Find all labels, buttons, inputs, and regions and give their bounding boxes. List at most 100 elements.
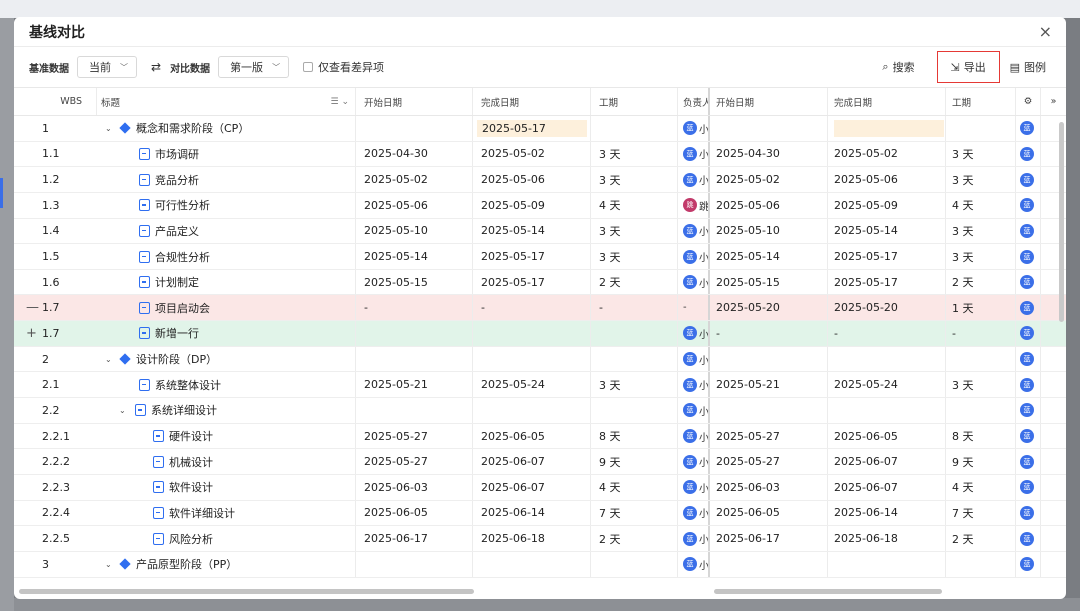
compare-duration-cell[interactable]: 3 天	[946, 141, 1016, 167]
col-header-wbs[interactable]: WBS	[14, 88, 97, 115]
table-row[interactable]: 1.1 市场调研 2025-04-30 2025-05-02 3 天蓝小 2025-04-…	[14, 141, 1066, 168]
duration-cell[interactable]	[591, 346, 678, 372]
task-title[interactable]: 风险分析	[169, 531, 213, 547]
compare-duration-cell[interactable]	[946, 346, 1016, 372]
start-date-cell[interactable]: 2025-05-21	[356, 372, 473, 398]
compare-duration-cell[interactable]: 3 天	[946, 244, 1016, 269]
duration-cell[interactable]: 3 天	[591, 244, 678, 269]
owner-cell[interactable]: 蓝小	[678, 500, 710, 526]
sort-icon[interactable]: ☰ ⌄	[331, 97, 349, 107]
start-date-cell[interactable]: -	[356, 295, 473, 321]
collapse-caret-icon[interactable]: ⌄	[105, 355, 113, 364]
compare-owner-cell[interactable]: 蓝	[1016, 218, 1041, 244]
start-date-cell[interactable]: 2025-05-27	[356, 449, 473, 474]
compare-start-date-cell[interactable]: 2025-05-06	[710, 192, 828, 218]
owner-cell[interactable]: 蓝小	[678, 474, 710, 500]
title-cell[interactable]: 软件设计	[97, 474, 356, 500]
task-title[interactable]: 新增一行	[155, 325, 199, 341]
start-date-cell[interactable]: 2025-05-06	[356, 192, 473, 218]
start-date-cell[interactable]: 2025-06-03	[356, 474, 473, 500]
compare-end-date-cell[interactable]	[828, 398, 946, 423]
compare-end-date-cell[interactable]: 2025-06-05	[828, 423, 946, 449]
compare-start-date-cell[interactable]: 2025-05-14	[710, 244, 828, 269]
task-title[interactable]: 产品定义	[155, 223, 199, 239]
compare-start-date-cell[interactable]: -	[710, 321, 828, 346]
compare-duration-cell[interactable]: 2 天	[946, 526, 1016, 551]
title-cell[interactable]: 新增一行	[97, 321, 356, 346]
diff-only-checkbox[interactable]	[303, 62, 314, 72]
owner-cell[interactable]: 蓝小	[678, 116, 710, 141]
collapse-caret-icon[interactable]: ⌄	[105, 560, 113, 569]
compare-end-date-cell[interactable]: -	[828, 321, 946, 346]
duration-cell[interactable]	[591, 321, 678, 346]
end-date-cell[interactable]: 2025-06-05	[473, 423, 591, 449]
compare-duration-cell[interactable]: 8 天	[946, 423, 1016, 449]
compare-owner-cell[interactable]: 蓝	[1016, 167, 1041, 192]
export-button[interactable]: ⇲ 导出	[936, 51, 1000, 83]
duration-cell[interactable]: 3 天	[591, 167, 678, 192]
duration-cell[interactable]: 3 天	[591, 218, 678, 244]
end-date-cell[interactable]: 2025-06-07	[473, 449, 591, 474]
close-icon[interactable]: ×	[1039, 23, 1052, 40]
compare-duration-cell[interactable]: 2 天	[946, 269, 1016, 295]
compare-start-date-cell[interactable]: 2025-06-03	[710, 474, 828, 500]
table-row[interactable]: 1.3 可行性分析 2025-05-06 2025-05-09 4 天跳跳 2025-05…	[14, 192, 1066, 219]
end-date-cell[interactable]: 2025-05-17	[473, 269, 591, 295]
task-title[interactable]: 项目启动会	[155, 300, 210, 316]
col-header-title[interactable]: 标题 ☰ ⌄	[97, 88, 356, 115]
compare-start-date-cell[interactable]	[710, 398, 828, 423]
duration-cell[interactable]: 3 天	[591, 141, 678, 167]
duration-cell[interactable]: 2 天	[591, 526, 678, 551]
vertical-scrollbar[interactable]	[1059, 122, 1064, 322]
duration-cell[interactable]: 2 天	[591, 269, 678, 295]
compare-duration-cell[interactable]: 1 天	[946, 295, 1016, 321]
collapse-caret-icon[interactable]: ⌄	[119, 406, 127, 415]
table-row[interactable]: 1.2 竞品分析 2025-05-02 2025-05-06 3 天蓝小 2025-05-…	[14, 167, 1066, 193]
expand-columns-icon[interactable]: »	[1041, 88, 1066, 115]
compare-data-select[interactable]: 第一版 ﹀	[218, 56, 290, 78]
task-title[interactable]: 概念和需求阶段（CP）	[136, 120, 249, 136]
compare-owner-cell[interactable]: 蓝	[1016, 192, 1041, 218]
duration-cell[interactable]	[591, 116, 678, 141]
compare-start-date-cell[interactable]: 2025-05-27	[710, 423, 828, 449]
title-cell[interactable]: 市场调研	[97, 141, 356, 167]
col-header-start[interactable]: 开始日期	[356, 88, 473, 115]
owner-cell[interactable]: 蓝小	[678, 526, 710, 551]
compare-start-date-cell[interactable]: 2025-05-15	[710, 269, 828, 295]
duration-cell[interactable]: 4 天	[591, 474, 678, 500]
duration-cell[interactable]: 9 天	[591, 449, 678, 474]
owner-cell[interactable]: 蓝小	[678, 423, 710, 449]
compare-end-date-cell[interactable]: 2025-05-20	[828, 295, 946, 321]
end-date-cell[interactable]	[473, 321, 591, 346]
start-date-cell[interactable]: 2025-06-05	[356, 500, 473, 526]
compare-duration-cell[interactable]	[946, 551, 1016, 577]
compare-owner-cell[interactable]: 蓝	[1016, 474, 1041, 500]
compare-end-date-cell[interactable]: 2025-06-07	[828, 449, 946, 474]
end-date-cell[interactable]: 2025-05-06	[473, 167, 591, 192]
duration-cell[interactable]: 4 天	[591, 192, 678, 218]
owner-cell[interactable]: 蓝小	[678, 449, 710, 474]
duration-cell[interactable]: -	[591, 295, 678, 321]
table-row[interactable]: 1.6 计划制定 2025-05-15 2025-05-17 2 天蓝小 2025-05-…	[14, 269, 1066, 296]
start-date-cell[interactable]: 2025-05-27	[356, 423, 473, 449]
col-header-end[interactable]: 完成日期	[473, 88, 591, 115]
duration-cell[interactable]: 7 天	[591, 500, 678, 526]
compare-end-date-cell[interactable]: 2025-05-06	[828, 167, 946, 192]
compare-owner-cell[interactable]: 蓝	[1016, 116, 1041, 141]
task-title[interactable]: 软件设计	[169, 479, 213, 495]
compare-start-date-cell[interactable]: 2025-05-10	[710, 218, 828, 244]
compare-duration-cell[interactable]: 4 天	[946, 474, 1016, 500]
end-date-cell[interactable]: 2025-05-17	[473, 116, 591, 141]
end-date-cell[interactable]: 2025-05-09	[473, 192, 591, 218]
compare-duration-cell[interactable]: 3 天	[946, 218, 1016, 244]
table-row[interactable]: 2.2.1 硬件设计 2025-05-27 2025-06-05 8 天蓝小 2025-0…	[14, 423, 1066, 450]
end-date-cell[interactable]: 2025-05-14	[473, 218, 591, 244]
table-row[interactable]: 2.2.2 机械设计 2025-05-27 2025-06-07 9 天蓝小 2025-0…	[14, 449, 1066, 475]
task-title[interactable]: 系统整体设计	[155, 377, 221, 393]
task-title[interactable]: 软件详细设计	[169, 505, 235, 521]
end-date-cell[interactable]: 2025-06-07	[473, 474, 591, 500]
owner-cell[interactable]: 跳跳	[678, 192, 710, 218]
compare-start-date-cell[interactable]	[710, 551, 828, 577]
owner-cell[interactable]: 蓝小	[678, 321, 710, 346]
horizontal-scrollbar-left[interactable]	[19, 589, 474, 594]
